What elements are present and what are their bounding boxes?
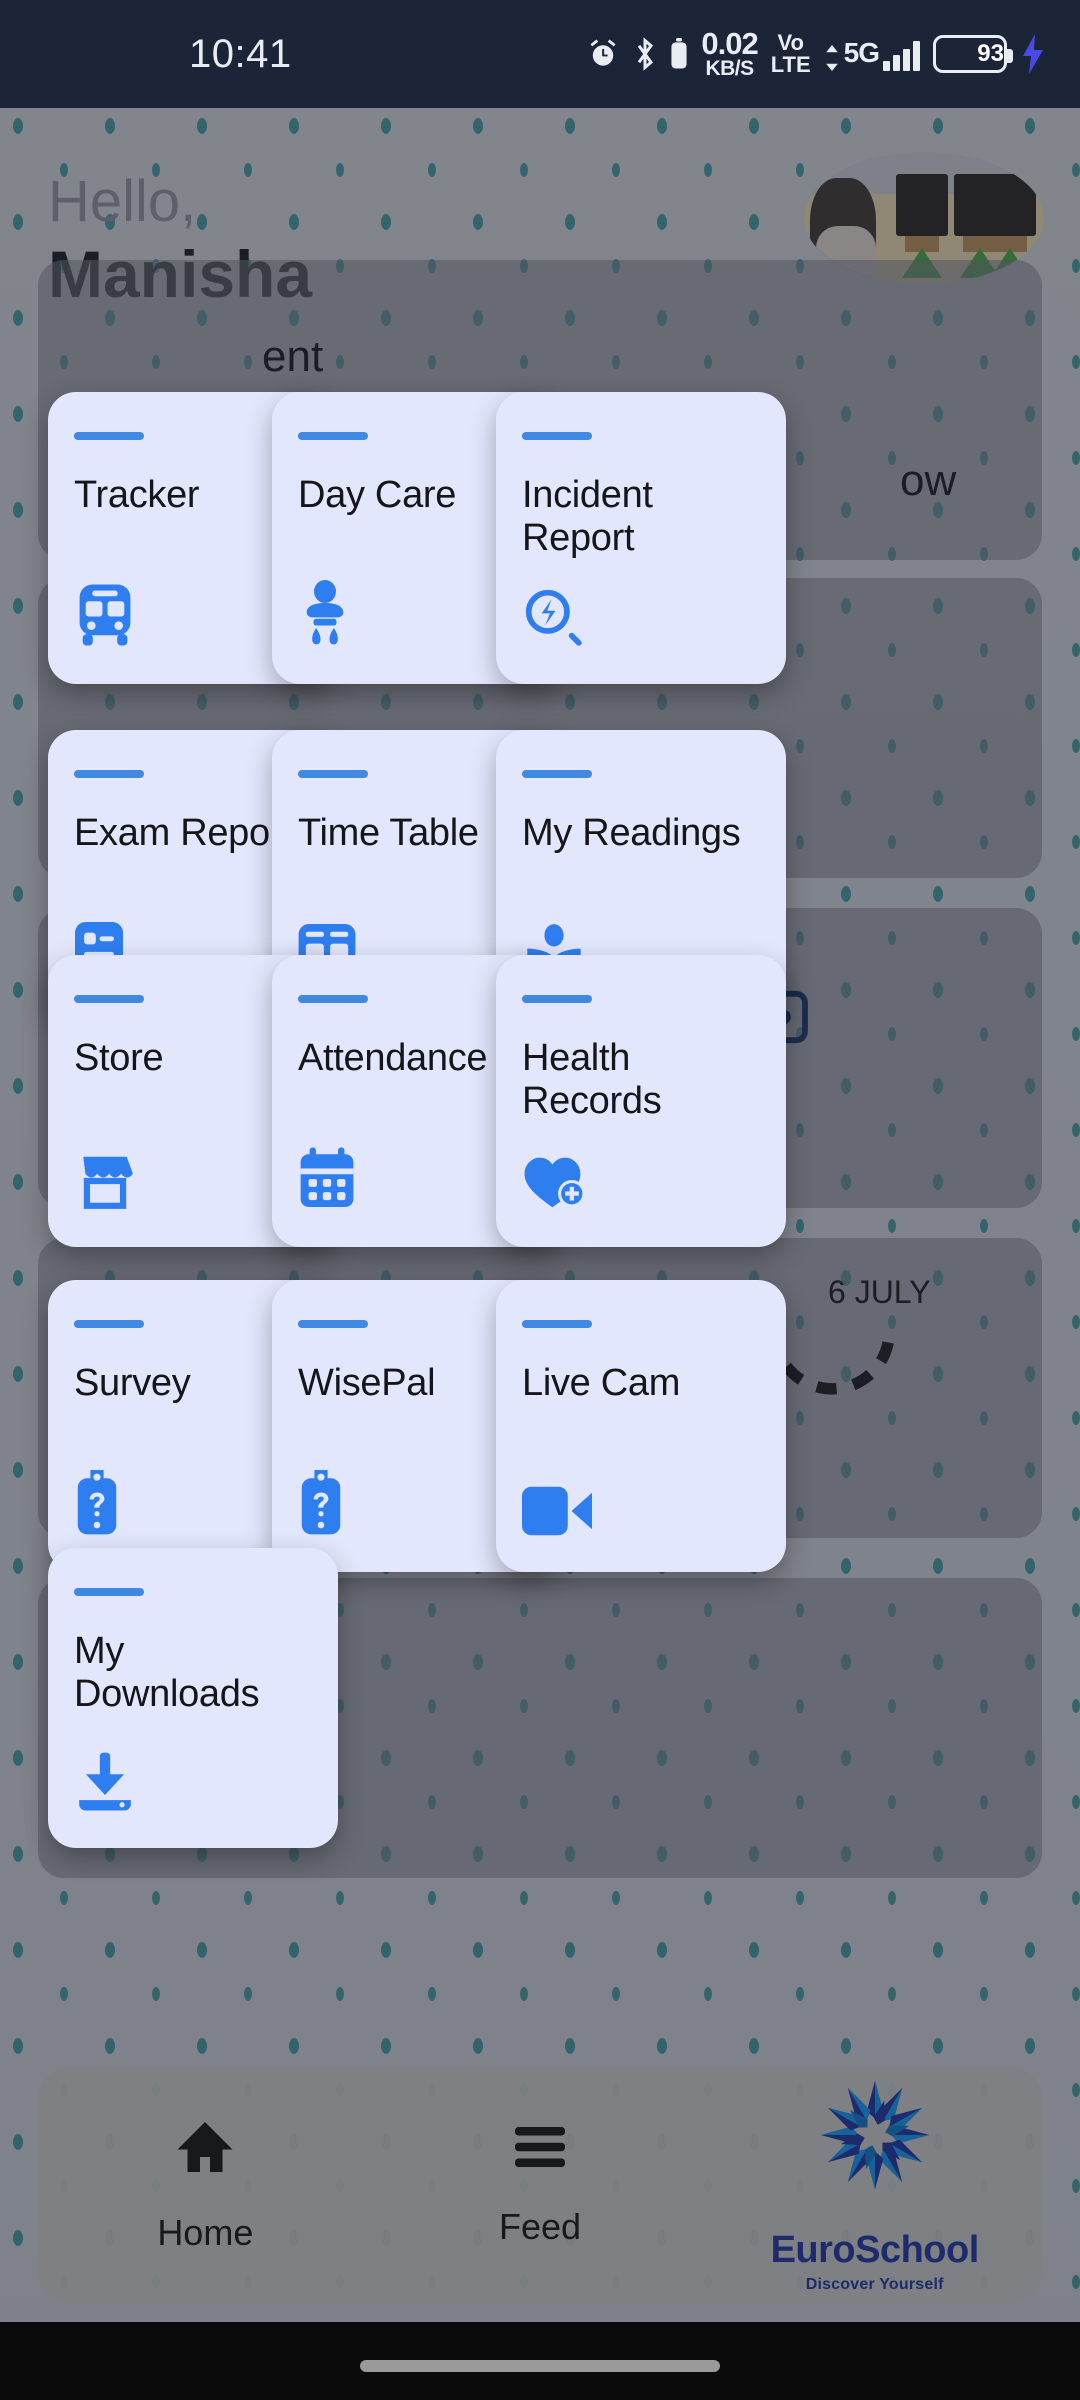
card-accent-rule [298,770,368,778]
heart-plus-icon [522,1141,592,1211]
card-accent-rule [522,770,592,778]
signal-bars-icon: 5G [824,37,920,71]
card-accent-rule [74,432,144,440]
card-accent-rule [522,995,592,1003]
card-accent-rule [74,1588,144,1596]
shortcut-card-incident-report[interactable]: Incident Report [496,392,786,684]
shortcut-label: Incident Report [522,474,653,559]
incident-search-icon [522,578,592,648]
download-icon [74,1742,144,1812]
brand-tagline: Discover Yourself [805,2276,944,2293]
nav-item-home[interactable]: Home [38,2117,373,2254]
bluetooth-icon [633,36,657,72]
alarm-icon [586,37,620,71]
brand-name: EuroSchool [770,2229,980,2271]
charging-bolt-icon [1020,34,1046,74]
question-tag-icon [298,1466,368,1536]
shortcut-card-health-records[interactable]: Health Records [496,955,786,1247]
hamburger-menu-icon [510,2123,570,2176]
shortcut-card-my-downloads[interactable]: My Downloads [48,1548,338,1848]
status-bar: 10:41 0.02 KB/S Vo LTE 5G 93 [0,0,1080,108]
phone-screen: 10:41 0.02 KB/S Vo LTE 5G 93 Hello, ent … [0,0,1080,2400]
bottom-navigation-bar: Home Feed EuroSchool Discover Yourself [38,2066,1042,2304]
nav-item-brand[interactable]: EuroSchool Discover Yourself [707,2076,1042,2294]
card-accent-rule [74,770,144,778]
card-accent-rule [74,1320,144,1328]
video-camera-icon [522,1466,592,1536]
battery-icon: 93 [933,35,1013,73]
card-accent-rule [298,995,368,1003]
shortcut-label: My Readings [522,812,741,854]
shortcut-label: Live Cam [522,1362,681,1404]
system-gesture-bar[interactable] [0,2322,1080,2400]
card-accent-rule [522,432,592,440]
card-accent-rule [298,1320,368,1328]
data-arrows-icon [824,45,840,71]
shortcut-label: My Downloads [74,1630,260,1715]
bluetooth-battery-icon [670,38,688,70]
question-tag-icon [74,1466,144,1536]
shortcut-label: Health Records [522,1037,662,1122]
nav-item-feed[interactable]: Feed [373,2123,708,2248]
status-bar-indicators: 0.02 KB/S Vo LTE 5G 93 [586,26,1046,80]
status-bar-clock: 10:41 [189,31,292,76]
data-rate-indicator: 0.02 KB/S [701,26,758,80]
volte-icon: Vo LTE [770,30,811,77]
calendar-icon [298,1141,368,1211]
nav-label: Home [157,2211,254,2253]
brand-wordmark: EuroSchool Discover Yourself [770,2229,980,2294]
gesture-handle[interactable] [360,2360,720,2372]
shortcut-card-live-cam[interactable]: Live Cam [496,1280,786,1572]
home-icon [175,2117,235,2182]
bus-icon [74,578,144,648]
card-accent-rule [74,995,144,1003]
store-icon [74,1141,144,1211]
card-accent-rule [298,432,368,440]
euroschool-starburst-logo [816,2076,934,2199]
card-accent-rule [522,1320,592,1328]
nav-label: Feed [498,2205,582,2247]
baby-icon [298,578,368,648]
